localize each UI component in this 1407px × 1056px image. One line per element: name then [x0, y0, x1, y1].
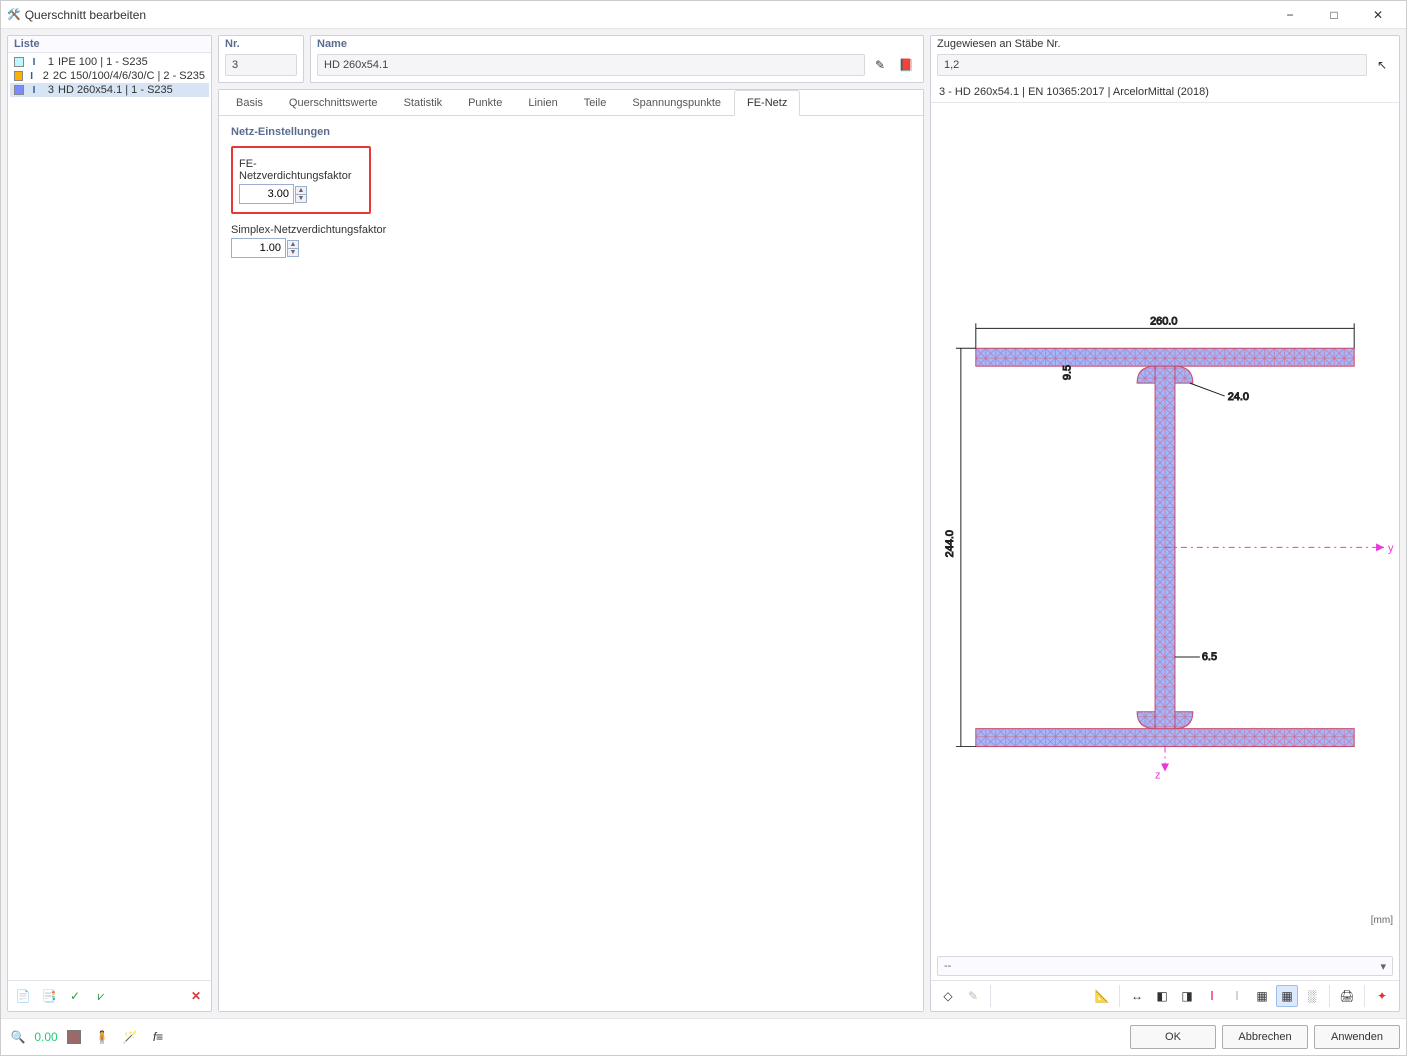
- tab-punkte[interactable]: Punkte: [455, 90, 515, 115]
- dim-flange: 9.5: [1061, 365, 1073, 380]
- title-bar: 🛠️ Querschnitt bearbeiten − □ ✕: [1, 1, 1406, 29]
- grid-button[interactable]: ▦: [1276, 985, 1298, 1007]
- options-button[interactable]: ✦: [1371, 985, 1393, 1007]
- tab-fenetz[interactable]: FE-Netz: [734, 90, 800, 116]
- maximize-button[interactable]: □: [1312, 1, 1356, 29]
- app-icon: 🛠️: [7, 8, 21, 21]
- i-section-icon: I: [27, 71, 37, 81]
- name-header: Name: [311, 36, 923, 52]
- chevron-down-icon: ▾: [1380, 960, 1386, 973]
- picker-button[interactable]: ✎: [962, 985, 984, 1007]
- color-swatch: [14, 57, 24, 67]
- color-swatch: [14, 71, 23, 81]
- ok-button[interactable]: OK: [1130, 1025, 1216, 1049]
- section-list-item[interactable]: I3 HD 260x54.1 | 1 - S235: [10, 83, 209, 97]
- simplex-factor-step-up[interactable]: ▲: [287, 240, 299, 248]
- preview-select[interactable]: -- ▾: [937, 956, 1393, 976]
- units-button[interactable]: 0.00: [35, 1026, 57, 1048]
- fe-factor-step-up[interactable]: ▲: [295, 186, 307, 194]
- fe-factor-highlight: FE-Netzverdichtungsfaktor ▲ ▼: [231, 146, 371, 214]
- list-check-button[interactable]: ✓: [64, 985, 86, 1007]
- name-edit-button[interactable]: ✎: [869, 54, 891, 76]
- simplex-factor-step-down[interactable]: ▼: [287, 248, 299, 257]
- dim-width: 260.0: [1150, 315, 1177, 327]
- tabs-row: BasisQuerschnittswerteStatistikPunkteLin…: [219, 90, 923, 116]
- unit-label: [mm]: [1371, 915, 1393, 926]
- i-section-icon: I: [28, 57, 40, 67]
- tab-span[interactable]: Spannungspunkte: [619, 90, 734, 115]
- assigned-header: Zugewiesen an Stäbe Nr.: [931, 36, 1399, 52]
- dim-web: 6.5: [1202, 651, 1217, 663]
- section-list-header: Liste: [8, 36, 211, 53]
- i-section-icon: I: [28, 85, 40, 95]
- z-axis-label: z: [1155, 769, 1160, 781]
- window-title: Querschnitt bearbeiten: [21, 8, 1268, 22]
- grid-big-button[interactable]: ▦: [1251, 985, 1273, 1007]
- list-item-number: 2: [41, 70, 49, 82]
- apply-button[interactable]: Anwenden: [1314, 1025, 1400, 1049]
- help-button[interactable]: 🔍: [7, 1026, 29, 1048]
- minimize-button[interactable]: −: [1268, 1, 1312, 29]
- fe-netz-tab-panel: Netz-Einstellungen FE-Netzverdichtungsfa…: [219, 116, 923, 1011]
- section-list-item[interactable]: I2 2C 150/100/4/6/30/C | 2 - S235: [10, 69, 209, 83]
- fe-factor-input[interactable]: [239, 184, 294, 204]
- fe-factor-label: FE-Netzverdichtungsfaktor: [239, 158, 363, 182]
- name-input[interactable]: HD 260x54.1: [317, 54, 865, 76]
- dim-radius: 24.0: [1228, 391, 1249, 403]
- wizard-button[interactable]: 🪄: [119, 1026, 141, 1048]
- list-add-button[interactable]: 📄: [12, 985, 34, 1007]
- list-delete-button[interactable]: ✕: [185, 985, 207, 1007]
- nr-input[interactable]: 3: [225, 54, 297, 76]
- axes-toggle-button[interactable]: ◇: [937, 985, 959, 1007]
- list-item-number: 3: [44, 84, 54, 96]
- print-button[interactable]: 🖨: [1336, 985, 1358, 1007]
- list-item-number: 1: [44, 56, 54, 68]
- list-copy-button[interactable]: 📑: [38, 985, 60, 1007]
- properties-panel: BasisQuerschnittswerteStatistikPunkteLin…: [218, 89, 924, 1012]
- color-button[interactable]: [63, 1026, 85, 1048]
- section-canvas: y z 260.0: [931, 103, 1399, 952]
- formula-button[interactable]: f≡: [147, 1026, 169, 1048]
- simplex-factor-input[interactable]: [231, 238, 286, 258]
- preview-title: 3 - HD 260x54.1 | EN 10365:2017 | Arcelo…: [931, 82, 1399, 103]
- dim-h-button[interactable]: ↔: [1126, 985, 1148, 1007]
- list-check-all-button[interactable]: ⩗: [90, 985, 112, 1007]
- stress-ratio-button[interactable]: ◨: [1176, 985, 1198, 1007]
- list-item-label: IPE 100 | 1 - S235: [58, 56, 148, 68]
- member-assign-button[interactable]: 🧍: [91, 1026, 113, 1048]
- section-list-panel: Liste I1IPE 100 | 1 - S235I22C 150/100/4…: [7, 35, 212, 1012]
- dim-height: 244.0: [944, 530, 956, 557]
- assigned-pick-button[interactable]: ↖: [1371, 54, 1393, 76]
- section-list-item[interactable]: I1 IPE 100 | 1 - S235: [10, 55, 209, 69]
- tab-stat[interactable]: Statistik: [391, 90, 456, 115]
- assigned-input[interactable]: 1,2: [937, 54, 1367, 76]
- tab-werte[interactable]: Querschnittswerte: [276, 90, 391, 115]
- netz-group-title: Netz-Einstellungen: [231, 126, 911, 138]
- tab-linien[interactable]: Linien: [515, 90, 570, 115]
- list-item-label: 2C 150/100/4/6/30/C | 2 - S235: [53, 70, 205, 82]
- list-item-label: HD 260x54.1 | 1 - S235: [58, 84, 173, 96]
- cancel-button[interactable]: Abbrechen: [1222, 1025, 1308, 1049]
- color-swatch: [14, 85, 24, 95]
- tab-teile[interactable]: Teile: [571, 90, 620, 115]
- stress-button[interactable]: ◧: [1151, 985, 1173, 1007]
- nr-header: Nr.: [219, 36, 303, 52]
- section-v-button[interactable]: Ⅰ: [1226, 985, 1248, 1007]
- name-library-button[interactable]: 📕: [895, 54, 917, 76]
- y-axis-label: y: [1388, 542, 1394, 554]
- section-h-button[interactable]: Ⅰ: [1201, 985, 1223, 1007]
- close-button[interactable]: ✕: [1356, 1, 1400, 29]
- preview-panel: Zugewiesen an Stäbe Nr. 1,2 ↖ 3 - HD 260…: [930, 35, 1400, 1012]
- hatch-button[interactable]: ░: [1301, 985, 1323, 1007]
- fe-factor-step-down[interactable]: ▼: [295, 194, 307, 203]
- nr-panel: Nr. 3: [218, 35, 304, 83]
- simplex-factor-label: Simplex-Netzverdichtungsfaktor: [231, 224, 911, 236]
- view-axes-button[interactable]: 📐: [1091, 985, 1113, 1007]
- tab-basis[interactable]: Basis: [223, 90, 276, 115]
- name-panel: Name HD 260x54.1 ✎ 📕: [310, 35, 924, 83]
